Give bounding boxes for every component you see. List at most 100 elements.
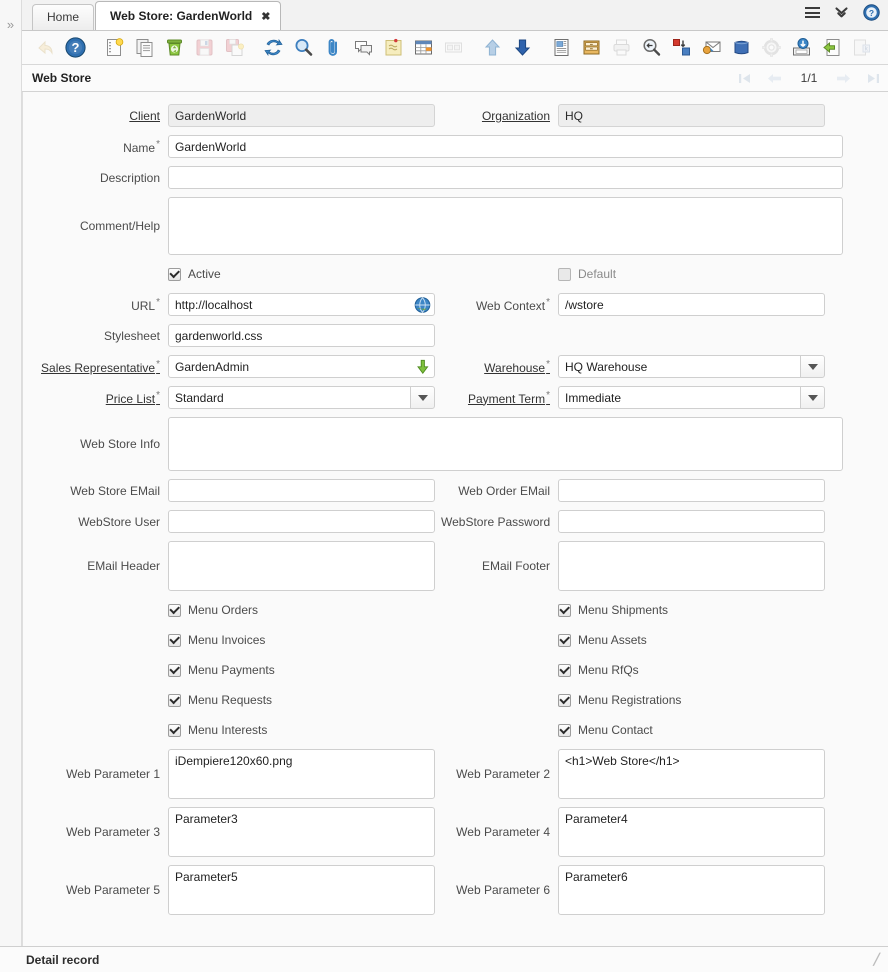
webstore-user-input[interactable] [168, 510, 435, 533]
menu-assets-checkbox[interactable] [558, 633, 571, 647]
field-menu-assets: Menu Assets [558, 625, 828, 655]
stylesheet-input[interactable] [168, 324, 435, 347]
price-list-dropdown-button[interactable] [410, 386, 435, 409]
web-store-email-input[interactable] [168, 479, 435, 502]
help-button[interactable]: ? [60, 33, 90, 63]
first-record-icon[interactable] [738, 72, 751, 85]
undo-button[interactable] [30, 33, 60, 63]
magnifier-icon [295, 39, 312, 56]
web-parameter-5-textarea[interactable]: Parameter5 [168, 865, 435, 915]
label-organization[interactable]: Organization [441, 109, 558, 123]
warehouse-dropdown-button[interactable] [800, 355, 825, 378]
preference-button[interactable] [756, 33, 786, 63]
label-sales-representative[interactable]: Sales Representative* [23, 359, 168, 375]
web-parameter-4-textarea[interactable]: Parameter4 [558, 807, 825, 857]
printer-icon [613, 39, 629, 56]
product-info-button[interactable] [726, 33, 756, 63]
chevron-down-icon [807, 363, 818, 370]
menu-icon[interactable] [805, 7, 820, 18]
label-web-parameter-2: Web Parameter 2 [456, 767, 550, 781]
web-parameter-2-textarea[interactable]: <h1>Web Store</h1> [558, 749, 825, 799]
description-input[interactable] [168, 166, 843, 189]
menu-contact-checkbox[interactable] [558, 723, 571, 737]
default-checkbox[interactable] [558, 267, 571, 281]
copy-record-button[interactable] [129, 33, 159, 63]
payment-term-dropdown-button[interactable] [800, 386, 825, 409]
tab-home[interactable]: Home [32, 4, 95, 30]
sales-representative-input[interactable] [168, 355, 435, 378]
label-description: Description [99, 170, 160, 185]
status-text: Detail record [26, 952, 100, 967]
grid-toggle-button[interactable] [408, 33, 438, 63]
email-footer-textarea[interactable] [558, 541, 825, 591]
menu-shipments-checkbox[interactable] [558, 603, 571, 617]
attachment-button[interactable] [318, 33, 348, 63]
checkbox-row-menu-contact: Menu Contact [558, 719, 828, 741]
field-default: Default [558, 259, 828, 289]
menu-invoices-checkbox[interactable] [168, 633, 181, 647]
payment-term-input[interactable] [558, 386, 800, 409]
label-web-parameter-3: Web Parameter 3 [66, 825, 160, 839]
menu-requests-checkbox[interactable] [168, 693, 181, 707]
checkbox-row-menu-requests: Menu Requests [168, 689, 441, 711]
comment-help-textarea[interactable] [168, 197, 843, 255]
label-web-parameter-5: Web Parameter 5 [66, 883, 160, 897]
web-parameter-6-textarea[interactable]: Parameter6 [558, 865, 825, 915]
name-input[interactable] [168, 135, 843, 158]
web-parameter-3-textarea[interactable]: Parameter3 [168, 807, 435, 857]
detail-record-button[interactable] [507, 33, 537, 63]
exit-button[interactable]: k [846, 33, 876, 63]
label-client[interactable]: Client [23, 109, 168, 123]
menu-interests-checkbox[interactable] [168, 723, 181, 737]
web-store-info-textarea[interactable] [168, 417, 843, 471]
web-context-input[interactable] [558, 293, 825, 316]
refresh-button[interactable] [258, 33, 288, 63]
url-input[interactable] [168, 293, 435, 316]
label-payment-term[interactable]: Payment Term* [441, 390, 558, 406]
report-button[interactable] [546, 33, 576, 63]
webstore-password-input[interactable] [558, 510, 825, 533]
save-button[interactable] [189, 33, 219, 63]
next-record-icon[interactable] [836, 72, 851, 85]
close-icon[interactable]: ✖ [261, 11, 270, 23]
label-price-list[interactable]: Price List* [23, 390, 168, 406]
label-webstore-password: WebStore Password [441, 514, 551, 529]
archive-button[interactable] [576, 33, 606, 63]
request-button[interactable] [696, 33, 726, 63]
web-parameter-1-textarea[interactable]: iDempiere120x60.png [168, 749, 435, 799]
chat-button[interactable] [348, 33, 378, 63]
resize-grip-icon[interactable]: ╱ [873, 953, 880, 966]
find-button[interactable] [288, 33, 318, 63]
expand-sidebar-icon[interactable]: » [7, 17, 14, 32]
export-button[interactable] [816, 33, 846, 63]
price-list-input[interactable] [168, 386, 410, 409]
label-warehouse[interactable]: Warehouse* [441, 359, 558, 375]
previous-record-icon[interactable] [767, 72, 782, 85]
undo-arrow-icon [38, 40, 53, 55]
menu-rfqs-checkbox[interactable] [558, 663, 571, 677]
menu-orders-checkbox[interactable] [168, 603, 181, 617]
email-header-textarea[interactable] [168, 541, 435, 591]
menu-payments-checkbox[interactable] [168, 663, 181, 677]
globe-icon[interactable] [414, 296, 431, 313]
warehouse-input[interactable] [558, 355, 800, 378]
new-record-button[interactable] [99, 33, 129, 63]
print-button[interactable] [606, 33, 636, 63]
green-down-arrow-icon[interactable] [414, 358, 431, 375]
web-order-email-input[interactable] [558, 479, 825, 502]
parent-record-button[interactable] [477, 33, 507, 63]
tab-web-store-gardenworld[interactable]: Web Store: GardenWorld ✖ [95, 1, 282, 30]
zoom-across-button[interactable] [666, 33, 696, 63]
delete-record-button[interactable] [159, 33, 189, 63]
last-record-icon[interactable] [867, 72, 880, 85]
print-preview-button[interactable] [636, 33, 666, 63]
archived-records-button[interactable] [786, 33, 816, 63]
help-icon[interactable]: ? [863, 4, 880, 21]
menu-registrations-checkbox[interactable] [558, 693, 571, 707]
svg-text:?: ? [869, 8, 874, 18]
save-create-new-button[interactable] [219, 33, 249, 63]
post-it-button[interactable] [378, 33, 408, 63]
active-checkbox[interactable] [168, 267, 181, 281]
multi-selection-button[interactable] [438, 33, 468, 63]
chevron-down-icon[interactable] [834, 6, 849, 19]
